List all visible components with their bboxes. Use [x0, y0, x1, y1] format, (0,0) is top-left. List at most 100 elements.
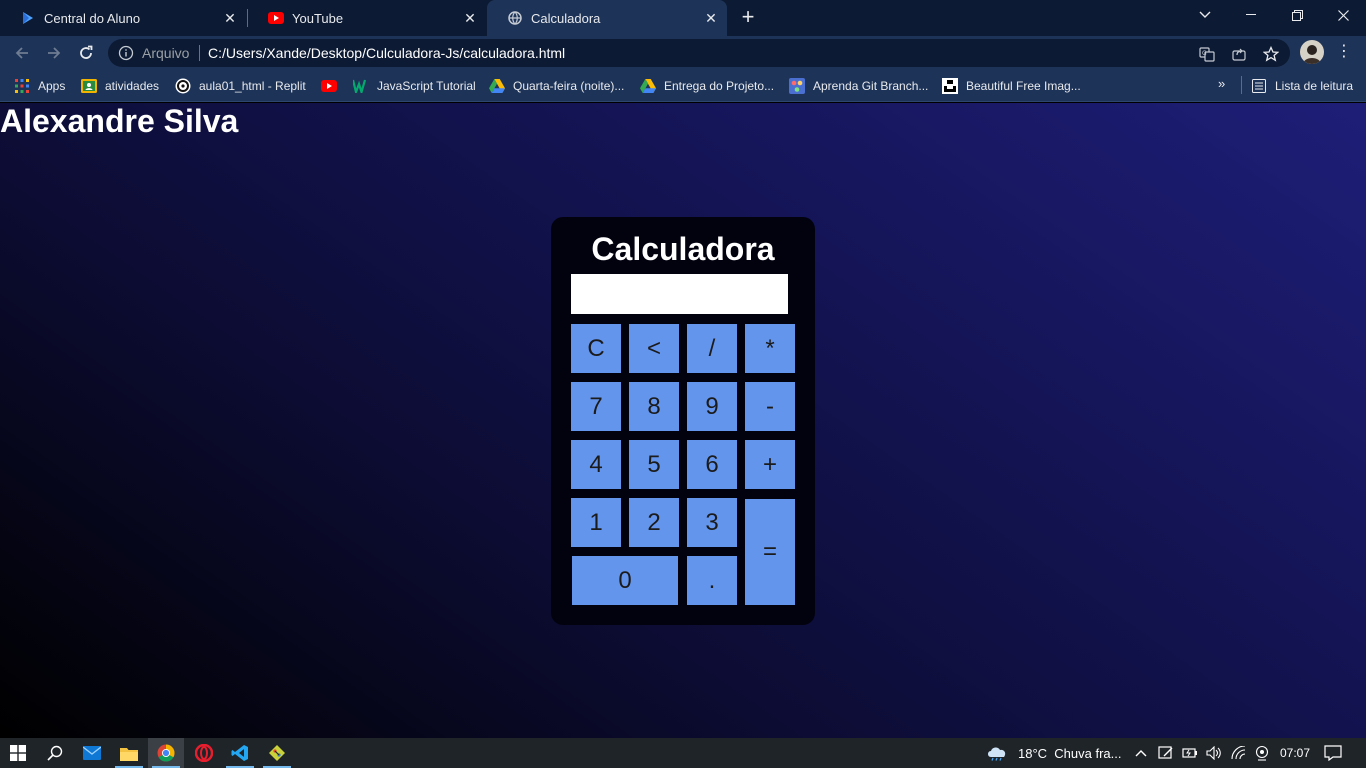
volume-icon[interactable] — [1206, 738, 1222, 768]
digit-7-button[interactable]: 7 — [571, 382, 621, 431]
bookmark-apps[interactable]: Apps — [14, 76, 65, 96]
tab-strip: Central do Aluno ✕ YouTube ✕ Calculadora… — [0, 0, 1366, 36]
digit-2-button[interactable]: 2 — [629, 498, 679, 547]
page-viewport: Alexandre Silva Calculadora C < / * 7 8 … — [0, 103, 1366, 738]
minus-button[interactable]: - — [745, 382, 795, 431]
omnibox-divider — [199, 45, 200, 61]
reading-list-label: Lista de leitura — [1275, 79, 1354, 93]
divide-button[interactable]: / — [687, 324, 737, 373]
bookmark-aula01-html-replit[interactable]: aula01_html - Replit — [175, 76, 306, 96]
new-tab-button[interactable]: + — [736, 6, 760, 30]
weather-widget[interactable]: 18°C Chuva fra... — [986, 738, 1121, 768]
bookmark-beautiful-free-images[interactable]: Beautiful Free Imag... — [942, 76, 1081, 96]
translate-icon[interactable]: G — [1198, 45, 1216, 63]
profile-avatar[interactable] — [1300, 40, 1324, 64]
bookmark-label: atividades — [105, 79, 160, 93]
browser-toolbar: Arquivo C:/Users/Xande/Desktop/Culculado… — [0, 36, 1366, 70]
google-drive-icon — [489, 78, 505, 94]
digit-1-button[interactable]: 1 — [571, 498, 621, 547]
bookmark-label: Aprenda Git Branch... — [813, 79, 929, 93]
bookmarks-divider — [1241, 76, 1242, 94]
bookmark-aprenda-git-branch[interactable]: Aprenda Git Branch... — [789, 76, 928, 96]
bookmark-label: JavaScript Tutorial — [377, 79, 476, 93]
opera-icon[interactable] — [186, 738, 222, 768]
bookmark-entrega-do-projeto[interactable]: Entrega do Projeto... — [640, 76, 774, 96]
backspace-button[interactable]: < — [629, 324, 679, 373]
kebab-menu-icon[interactable]: ⋮ — [1336, 40, 1352, 64]
cloud-rain-icon — [986, 745, 1008, 761]
git-branching-icon — [789, 78, 805, 94]
close-icon[interactable]: ✕ — [462, 10, 478, 26]
pen-workspace-icon[interactable] — [1158, 738, 1174, 768]
vscode-icon[interactable] — [222, 738, 258, 768]
forward-arrow-icon[interactable] — [40, 39, 68, 67]
mail-icon[interactable] — [74, 738, 110, 768]
w3schools-icon — [353, 78, 369, 94]
tab-title: Central do Aluno — [44, 10, 141, 26]
plus-button[interactable]: + — [745, 440, 795, 489]
tab-search-chevron-icon[interactable] — [1182, 0, 1228, 30]
digit-6-button[interactable]: 6 — [687, 440, 737, 489]
unsplash-icon — [942, 78, 958, 94]
bookmark-youtube[interactable] — [321, 76, 345, 96]
back-arrow-icon[interactable] — [8, 39, 36, 67]
decimal-point-button[interactable]: . — [687, 556, 737, 605]
digit-5-button[interactable]: 5 — [629, 440, 679, 489]
clock-time[interactable]: 07:07 — [1280, 738, 1310, 768]
webcam-privacy-icon[interactable] — [1255, 738, 1269, 768]
multiply-button[interactable]: * — [745, 324, 795, 373]
digit-4-button[interactable]: 4 — [571, 440, 621, 489]
close-icon[interactable]: ✕ — [703, 10, 719, 26]
minimize-icon[interactable] — [1228, 0, 1274, 30]
chevron-up-icon[interactable] — [1135, 738, 1147, 768]
calculator-display[interactable] — [571, 274, 788, 314]
digit-8-button[interactable]: 8 — [629, 382, 679, 431]
apps-grid-icon — [14, 78, 30, 94]
windows-start-icon[interactable] — [0, 738, 36, 768]
git-icon[interactable] — [259, 738, 295, 768]
globe-icon — [507, 10, 523, 26]
reading-list-icon — [1251, 78, 1267, 94]
clear-button[interactable]: C — [571, 324, 621, 373]
close-window-icon[interactable] — [1320, 0, 1366, 30]
close-icon[interactable]: ✕ — [222, 10, 238, 26]
tab-youtube[interactable]: YouTube ✕ — [248, 0, 486, 36]
equals-button[interactable]: = — [745, 499, 795, 605]
digit-3-button[interactable]: 3 — [687, 498, 737, 547]
replit-icon — [175, 78, 191, 94]
reading-list-button[interactable]: Lista de leitura — [1251, 76, 1353, 96]
bookmark-label: Quarta-feira (noite)... — [513, 79, 625, 93]
tab-calculadora[interactable]: Calculadora ✕ — [487, 0, 727, 36]
youtube-icon — [268, 10, 284, 26]
chevron-double-right-icon[interactable]: » — [1218, 76, 1225, 91]
battery-plug-icon[interactable] — [1182, 738, 1198, 768]
info-icon[interactable] — [118, 45, 134, 66]
bookmark-atividades[interactable]: atividades — [81, 76, 159, 96]
windows-taskbar: 18°C Chuva fra... 07:07 — [0, 738, 1366, 768]
star-icon[interactable] — [1262, 45, 1280, 63]
bookmark-label: Entrega do Projeto... — [664, 79, 775, 93]
restore-icon[interactable] — [1274, 0, 1320, 30]
bookmark-label: Apps — [38, 79, 66, 93]
tab-title: YouTube — [292, 10, 344, 26]
wifi-icon[interactable] — [1231, 738, 1247, 768]
url-text[interactable]: C:/Users/Xande/Desktop/Culculadora-Js/ca… — [208, 45, 565, 61]
youtube-icon — [321, 78, 337, 94]
bookmarks-bar: Apps atividades aula01_html - Replit Jav… — [0, 70, 1366, 102]
digit-0-button[interactable]: 0 — [572, 556, 678, 605]
file-explorer-icon[interactable] — [111, 738, 147, 768]
notifications-icon[interactable] — [1324, 738, 1342, 768]
share-icon[interactable] — [1230, 45, 1248, 63]
google-drive-icon — [640, 78, 656, 94]
chrome-icon[interactable] — [148, 738, 184, 768]
svg-text:G: G — [1202, 50, 1207, 57]
bookmark-javascript-tutorial[interactable]: JavaScript Tutorial — [353, 76, 476, 96]
reload-icon[interactable] — [72, 39, 100, 67]
digit-9-button[interactable]: 9 — [687, 382, 737, 431]
classroom-icon — [81, 78, 97, 94]
address-bar[interactable]: Arquivo C:/Users/Xande/Desktop/Culculado… — [108, 39, 1290, 67]
search-icon[interactable] — [37, 738, 73, 768]
tab-central-do-aluno[interactable]: Central do Aluno ✕ — [0, 0, 246, 36]
bookmark-quarta-feira[interactable]: Quarta-feira (noite)... — [489, 76, 624, 96]
author-heading: Alexandre Silva — [0, 103, 239, 139]
